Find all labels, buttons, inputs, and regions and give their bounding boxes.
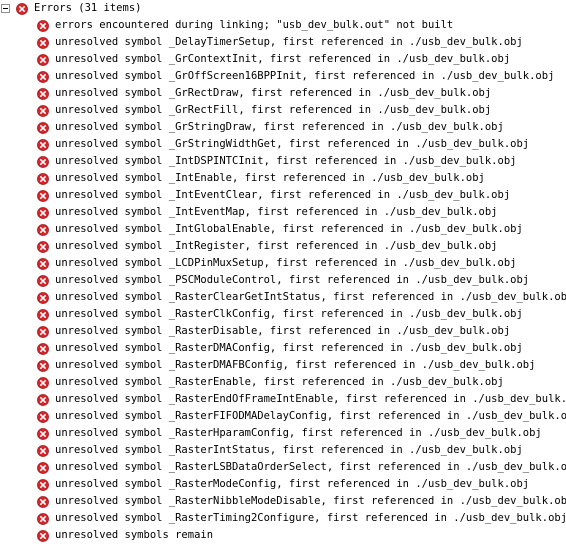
error-item-row[interactable]: unresolved symbol _IntGlobalEnable, firs… (0, 221, 566, 238)
error-item-label: unresolved symbol _RasterHparamConfig, f… (55, 427, 542, 439)
error-item-label: unresolved symbol _GrContextInit, first … (55, 53, 511, 65)
error-icon (37, 257, 49, 270)
error-icon (37, 274, 49, 287)
collapse-minus-icon[interactable] (1, 4, 10, 13)
error-item-label: unresolved symbol _DelayTimerSetup, firs… (55, 36, 523, 48)
error-item-row[interactable]: unresolved symbol _GrOffScreen16BPPInit,… (0, 68, 566, 85)
error-item-label: unresolved symbol _RasterDMAFBConfig, fi… (55, 359, 536, 371)
error-item-row[interactable]: unresolved symbol _RasterHparamConfig, f… (0, 425, 566, 442)
error-icon (37, 223, 49, 236)
error-icon (37, 240, 49, 253)
error-icon (37, 291, 49, 304)
error-item-row[interactable]: unresolved symbol _RasterClkConfig, firs… (0, 306, 566, 323)
error-list: errors encountered during linking; "usb_… (0, 17, 566, 544)
error-icon (37, 393, 49, 406)
error-item-row[interactable]: unresolved symbol _RasterLSBDataOrderSel… (0, 459, 566, 476)
error-item-label: unresolved symbol _RasterDisable, first … (55, 325, 511, 337)
error-item-row[interactable]: unresolved symbol _RasterEnable, first r… (0, 374, 566, 391)
error-item-row[interactable]: unresolved symbol _RasterDisable, first … (0, 323, 566, 340)
error-icon (37, 36, 49, 49)
error-icon (37, 325, 49, 338)
error-icon (37, 104, 49, 117)
error-item-row[interactable]: unresolved symbol _RasterDMAFBConfig, fi… (0, 357, 566, 374)
error-icon (37, 410, 49, 423)
error-icon (37, 189, 49, 202)
error-item-row[interactable]: unresolved symbol _RasterTiming2Configur… (0, 510, 566, 527)
error-item-label: unresolved symbol _IntEnable, first refe… (55, 172, 485, 184)
error-item-label: unresolved symbol _PSCModuleControl, fir… (55, 274, 530, 286)
error-item-row[interactable]: unresolved symbol _RasterClearGetIntStat… (0, 289, 566, 306)
error-item-label: unresolved symbol _RasterLSBDataOrderSel… (55, 461, 566, 473)
error-item-label: unresolved symbol _RasterEndOfFrameIntEn… (55, 393, 566, 405)
error-item-label: unresolved symbol _RasterClkConfig, firs… (55, 308, 523, 320)
error-item-row[interactable]: unresolved symbol _DelayTimerSetup, firs… (0, 34, 566, 51)
error-icon (37, 495, 49, 508)
error-item-row[interactable]: unresolved symbol _RasterEndOfFrameIntEn… (0, 391, 566, 408)
error-item-label: unresolved symbol _IntDSPINTCInit, first… (55, 155, 517, 167)
error-item-label: unresolved symbol _RasterClearGetIntStat… (55, 291, 566, 303)
error-icon (37, 512, 49, 525)
error-item-label: unresolved symbols remain (55, 529, 214, 541)
error-item-label: unresolved symbol _GrStringWidthGet, fir… (55, 138, 530, 150)
error-item-label: unresolved symbol _GrOffScreen16BPPInit,… (55, 70, 555, 82)
error-icon (37, 529, 49, 542)
error-item-row[interactable]: unresolved symbol _RasterFIFODMADelayCon… (0, 408, 566, 425)
error-icon (37, 70, 49, 83)
error-item-row[interactable]: unresolved symbol _IntRegister, first re… (0, 238, 566, 255)
error-icon (16, 2, 28, 15)
error-item-label: unresolved symbol _RasterEnable, first r… (55, 376, 504, 388)
error-item-label: unresolved symbol _RasterFIFODMADelayCon… (55, 410, 566, 422)
error-item-row[interactable]: unresolved symbol _GrRectDraw, first ref… (0, 85, 566, 102)
error-item-row[interactable]: unresolved symbol _IntEventMap, first re… (0, 204, 566, 221)
error-icon (37, 53, 49, 66)
error-icon (37, 359, 49, 372)
error-item-label: unresolved symbol _RasterModeConfig, fir… (55, 478, 530, 490)
problems-tree: Errors (31 items) errors encountered dur… (0, 0, 566, 546)
error-item-label: unresolved symbol _RasterDMAConfig, firs… (55, 342, 523, 354)
error-icon (37, 87, 49, 100)
error-icon (37, 342, 49, 355)
error-item-row[interactable]: unresolved symbol _RasterIntStatus, firs… (0, 442, 566, 459)
error-icon (37, 308, 49, 321)
errors-category-row[interactable]: Errors (31 items) (0, 0, 566, 17)
error-icon (37, 19, 49, 32)
error-item-row[interactable]: unresolved symbol _RasterModeConfig, fir… (0, 476, 566, 493)
error-item-label: unresolved symbol _IntEventMap, first re… (55, 206, 498, 218)
error-item-label: unresolved symbol _LCDPinMuxSetup, first… (55, 257, 517, 269)
error-item-row[interactable]: errors encountered during linking; "usb_… (0, 17, 566, 34)
error-item-label: unresolved symbol _RasterTiming2Configur… (55, 512, 566, 524)
error-item-label: unresolved symbol _IntGlobalEnable, firs… (55, 223, 523, 235)
error-item-label: unresolved symbol _IntRegister, first re… (55, 240, 498, 252)
error-icon (37, 138, 49, 151)
error-item-label: unresolved symbol _RasterIntStatus, firs… (55, 444, 523, 456)
error-item-row[interactable]: unresolved symbol _RasterNibbleModeDisab… (0, 493, 566, 510)
error-item-row[interactable]: unresolved symbol _IntEnable, first refe… (0, 170, 566, 187)
errors-category-label: Errors (31 items) (34, 2, 142, 14)
error-item-row[interactable]: unresolved symbol _PSCModuleControl, fir… (0, 272, 566, 289)
error-item-label: errors encountered during linking; "usb_… (55, 19, 454, 31)
error-icon (37, 444, 49, 457)
error-icon (37, 206, 49, 219)
error-icon (37, 376, 49, 389)
error-icon (37, 172, 49, 185)
error-item-row[interactable]: unresolved symbol _GrStringWidthGet, fir… (0, 136, 566, 153)
error-icon (37, 121, 49, 134)
error-item-row[interactable]: unresolved symbol _LCDPinMuxSetup, first… (0, 255, 566, 272)
error-item-label: unresolved symbol _IntEventClear, first … (55, 189, 511, 201)
error-icon (37, 427, 49, 440)
error-item-label: unresolved symbol _GrRectFill, first ref… (55, 104, 492, 116)
error-item-label: unresolved symbol _RasterNibbleModeDisab… (55, 495, 566, 507)
error-icon (37, 478, 49, 491)
error-item-row[interactable]: unresolved symbol _GrStringDraw, first r… (0, 119, 566, 136)
error-item-row[interactable]: unresolved symbol _RasterDMAConfig, firs… (0, 340, 566, 357)
error-item-row[interactable]: unresolved symbol _IntDSPINTCInit, first… (0, 153, 566, 170)
error-item-label: unresolved symbol _GrStringDraw, first r… (55, 121, 504, 133)
error-item-row[interactable]: unresolved symbols remain (0, 527, 566, 544)
error-icon (37, 155, 49, 168)
error-item-row[interactable]: unresolved symbol _GrRectFill, first ref… (0, 102, 566, 119)
error-item-label: unresolved symbol _GrRectDraw, first ref… (55, 87, 492, 99)
error-item-row[interactable]: unresolved symbol _IntEventClear, first … (0, 187, 566, 204)
error-icon (37, 461, 49, 474)
error-item-row[interactable]: unresolved symbol _GrContextInit, first … (0, 51, 566, 68)
